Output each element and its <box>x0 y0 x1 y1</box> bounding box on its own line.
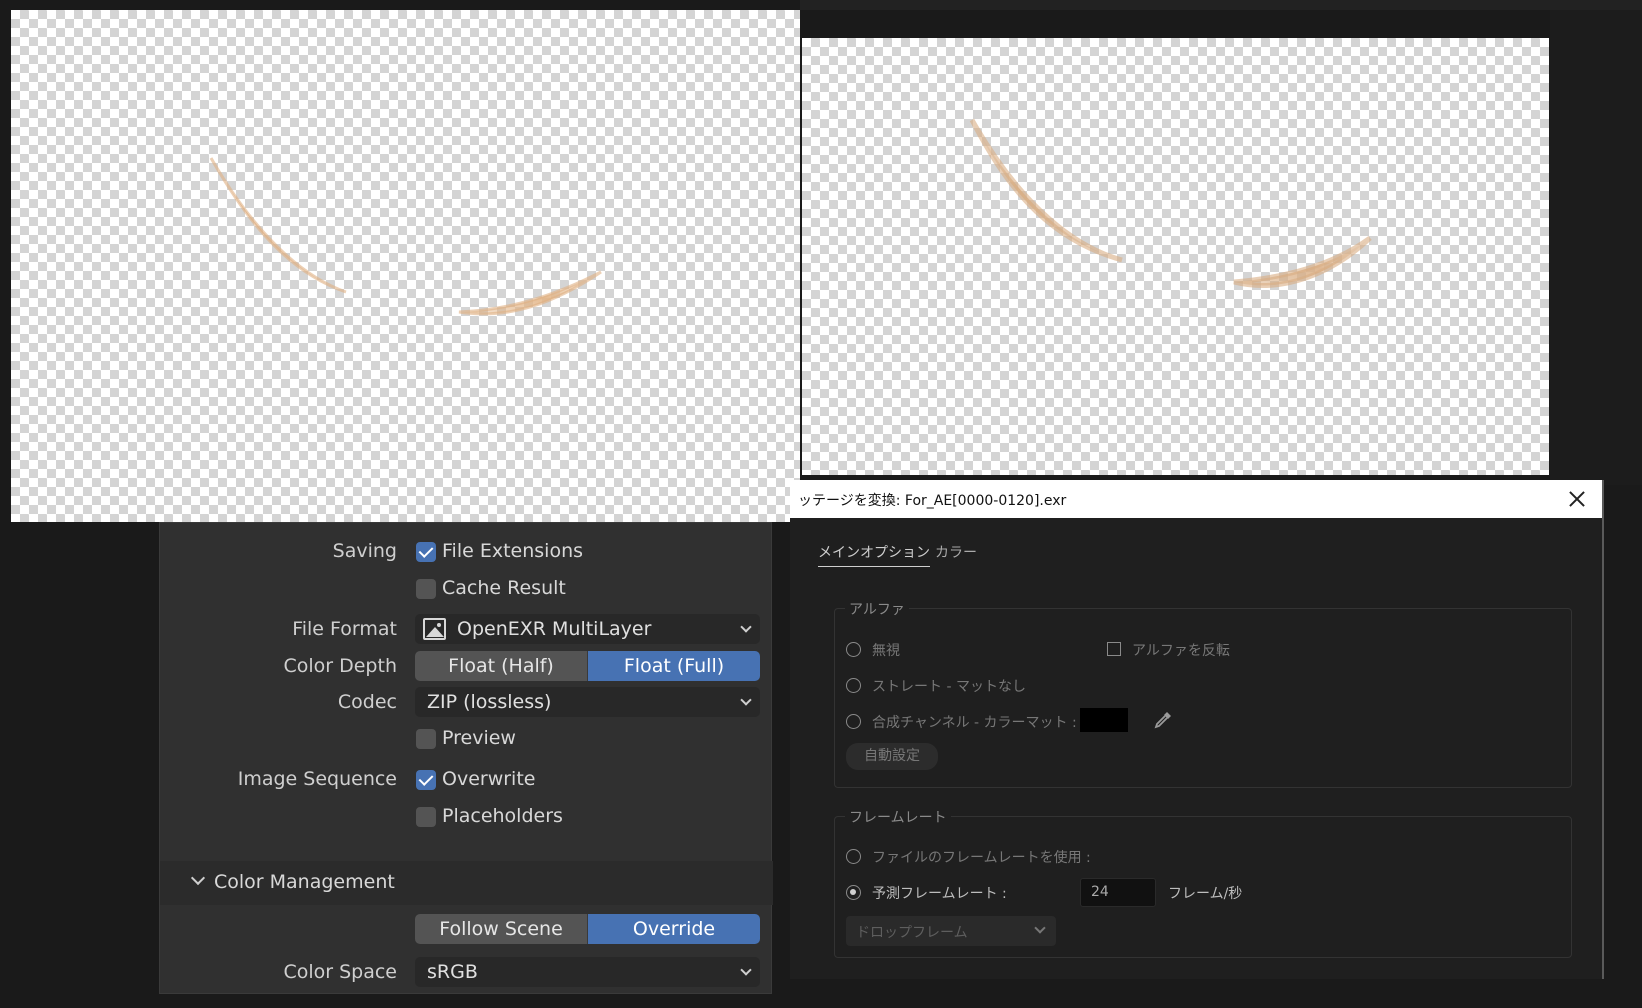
follow-scene-button[interactable]: Follow Scene <box>415 914 587 944</box>
dialog-titlebar: ッテージを変換: For_AE[0000-0120].exr <box>790 480 1602 518</box>
dialog-title: ッテージを変換: For_AE[0000-0120].exr <box>798 493 1067 509</box>
auto-detect-button[interactable]: 自動設定 <box>846 743 938 770</box>
alpha-straight-label: ストレート - マットなし <box>872 679 1026 695</box>
color-depth-label: Color Depth <box>283 655 397 677</box>
render-preview-right <box>802 38 1549 475</box>
output-properties-panel: Saving File Extensions Cache Result File… <box>159 522 773 994</box>
placeholders-checkbox[interactable] <box>416 807 436 827</box>
hair-strands-right <box>969 118 1372 288</box>
image-sequence-label: Image Sequence <box>237 768 397 790</box>
codec-dropdown[interactable]: ZIP (lossless) <box>415 687 760 717</box>
alpha-premultiplied-label: 合成チャンネル - カラーマット : <box>872 715 1077 731</box>
cache-result-checkbox[interactable] <box>416 579 436 599</box>
use-file-framerate-label: ファイルのフレームレートを使用 : <box>872 850 1091 866</box>
render-preview-left <box>11 10 800 522</box>
framerate-legend: フレームレート <box>845 807 951 827</box>
drop-frame-value: ドロップフレーム <box>856 925 968 941</box>
fps-unit-label: フレーム/秒 <box>1168 886 1243 902</box>
placeholders-label[interactable]: Placeholders <box>442 805 563 827</box>
row-placeholders: Placeholders <box>160 801 773 831</box>
file-format-dropdown[interactable]: OpenEXR MultiLayer <box>415 614 760 644</box>
color-management-header[interactable]: Color Management <box>160 861 773 905</box>
chevron-down-icon <box>740 964 752 976</box>
overwrite-label[interactable]: Overwrite <box>442 768 535 790</box>
chevron-down-icon <box>190 870 206 886</box>
interpret-footage-dialog: ッテージを変換: For_AE[0000-0120].exr メインオプション … <box>790 480 1604 979</box>
row-preview: Preview <box>160 723 773 753</box>
row-saving: Saving File Extensions <box>160 536 773 566</box>
file-format-value: OpenEXR MultiLayer <box>457 618 652 640</box>
color-space-dropdown[interactable]: sRGB <box>415 957 760 987</box>
close-icon[interactable] <box>1564 486 1590 512</box>
matte-color-swatch[interactable] <box>1080 708 1128 732</box>
tab-color[interactable]: カラー <box>935 542 977 562</box>
alpha-ignore-label: 無視 <box>872 643 900 659</box>
color-management-title: Color Management <box>214 871 395 893</box>
row-codec: Codec ZIP (lossless) <box>160 687 773 717</box>
eyedropper-icon[interactable] <box>1153 710 1173 730</box>
tab-main-options[interactable]: メインオプション <box>818 542 930 567</box>
invert-alpha-checkbox[interactable] <box>1107 642 1121 656</box>
alpha-legend: アルファ <box>845 599 909 619</box>
row-image-sequence: Image Sequence Overwrite <box>160 764 773 794</box>
row-color-depth: Color Depth Float (Half) Float (Full) <box>160 651 773 681</box>
drop-frame-select[interactable]: ドロップフレーム <box>846 916 1056 946</box>
float-half-button[interactable]: Float (Half) <box>415 651 587 681</box>
codec-label: Codec <box>337 691 397 713</box>
chevron-down-icon <box>740 694 752 706</box>
saving-label: Saving <box>332 540 397 562</box>
alpha-straight-radio[interactable] <box>846 678 861 693</box>
codec-value: ZIP (lossless) <box>427 691 552 713</box>
color-depth-toggle: Float (Half) Float (Full) <box>415 651 760 681</box>
file-extensions-label[interactable]: File Extensions <box>442 540 583 562</box>
row-cache-result: Cache Result <box>160 573 773 603</box>
overwrite-checkbox[interactable] <box>416 770 436 790</box>
float-full-button[interactable]: Float (Full) <box>587 651 760 681</box>
preview-checkbox[interactable] <box>416 729 436 749</box>
chevron-down-icon <box>1034 922 1046 934</box>
invert-alpha-label: アルファを反転 <box>1132 643 1230 659</box>
color-space-label: Color Space <box>283 961 397 983</box>
hair-strands-left <box>209 157 602 316</box>
row-color-management-mode: Follow Scene Override <box>160 914 773 944</box>
cache-result-label[interactable]: Cache Result <box>442 577 566 599</box>
assume-framerate-radio[interactable] <box>846 885 861 900</box>
alpha-ignore-radio[interactable] <box>846 642 861 657</box>
use-file-framerate-radio[interactable] <box>846 849 861 864</box>
alpha-group: アルファ <box>834 599 1572 788</box>
row-file-format: File Format OpenEXR MultiLayer <box>160 614 773 644</box>
assume-framerate-label: 予測フレームレート : <box>872 886 1007 902</box>
override-button[interactable]: Override <box>587 914 760 944</box>
row-color-space: Color Space sRGB <box>160 957 773 987</box>
preview-label[interactable]: Preview <box>442 727 516 749</box>
image-icon <box>423 618 446 640</box>
color-management-toggle: Follow Scene Override <box>415 914 760 944</box>
chevron-down-icon <box>740 621 752 633</box>
top-strip <box>800 0 1642 10</box>
alpha-premultiplied-radio[interactable] <box>846 714 861 729</box>
file-format-label: File Format <box>292 618 397 640</box>
color-space-value: sRGB <box>427 961 478 983</box>
framerate-input[interactable]: 24 <box>1080 878 1156 907</box>
file-extensions-checkbox[interactable] <box>416 542 436 562</box>
right-background <box>1550 10 1642 485</box>
